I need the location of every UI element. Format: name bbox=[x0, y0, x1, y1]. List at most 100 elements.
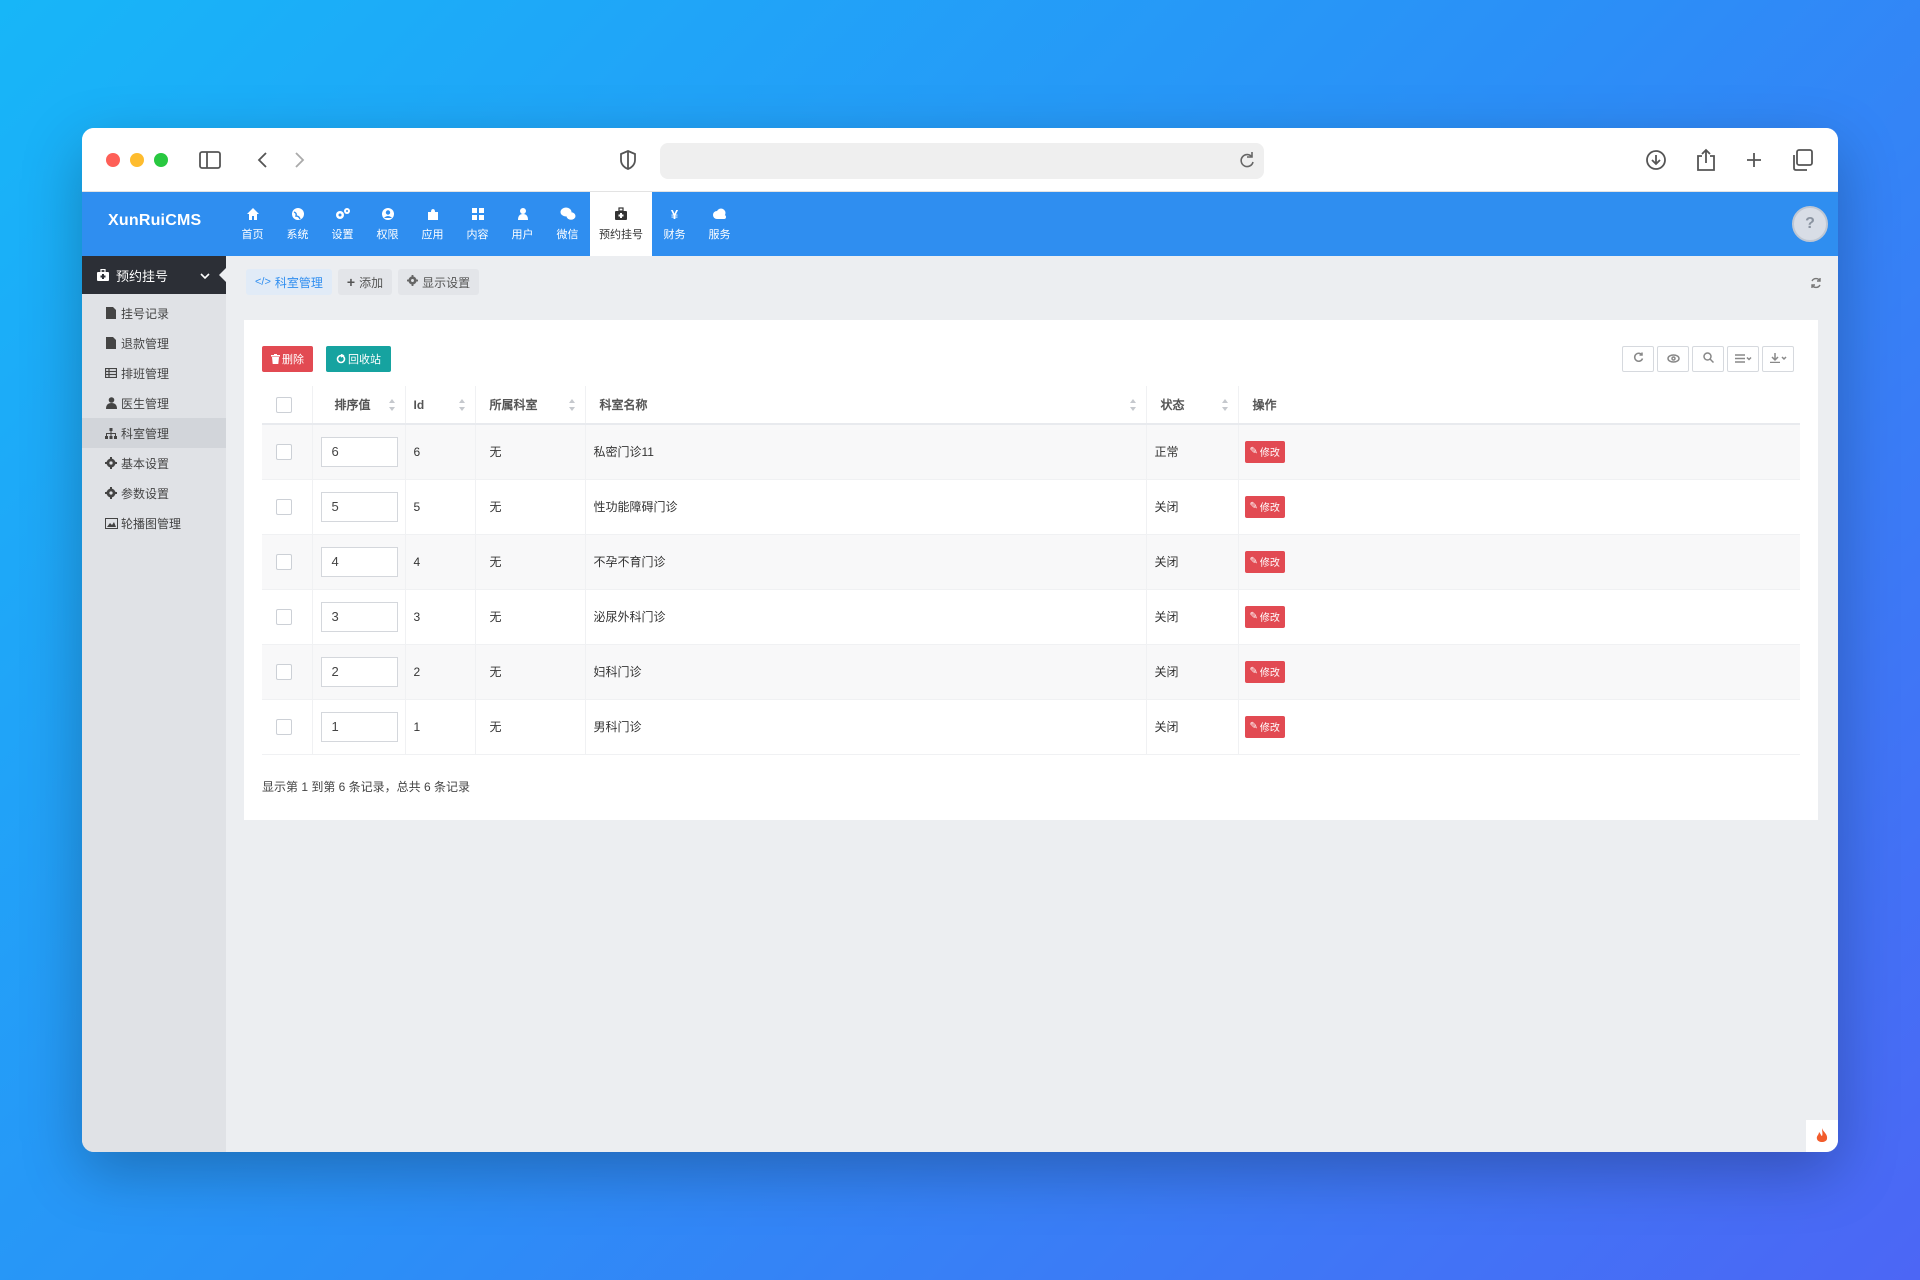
refresh-icon[interactable] bbox=[1810, 276, 1822, 294]
sidebar-item-carousel[interactable]: 轮播图管理 bbox=[82, 508, 226, 538]
sidebar-item-basic-settings[interactable]: 基本设置 bbox=[82, 448, 226, 478]
sidebar-item-schedule[interactable]: 排班管理 bbox=[82, 358, 226, 388]
sidebar-item-label: 基本设置 bbox=[121, 456, 170, 471]
name-cell: 性功能障碍门诊 bbox=[585, 479, 1147, 534]
tab-label: 科室管理 bbox=[274, 275, 323, 290]
sort-cell: 3 bbox=[312, 589, 406, 644]
table-row: 4 4 无 不孕不育门诊 关闭 ✎ 修改 bbox=[262, 534, 1800, 589]
sort-input[interactable]: 1 bbox=[320, 711, 398, 742]
nav-item-content[interactable]: 内容 bbox=[455, 192, 500, 256]
back-icon[interactable] bbox=[248, 146, 276, 174]
nav-item-appointment[interactable]: 预约挂号 bbox=[590, 192, 652, 256]
table-refresh-button[interactable] bbox=[1622, 346, 1654, 372]
sidebar-header[interactable]: 预约挂号 bbox=[82, 256, 227, 294]
tab-display-settings[interactable]: 显示设置 bbox=[398, 269, 480, 295]
status-cell: 关闭 bbox=[1146, 534, 1239, 589]
edit-button[interactable]: ✎ 修改 bbox=[1244, 715, 1285, 738]
row-checkbox[interactable] bbox=[276, 718, 292, 735]
reload-icon[interactable] bbox=[1238, 149, 1256, 176]
sort-input[interactable]: 4 bbox=[320, 546, 398, 577]
table-search-button[interactable] bbox=[1692, 346, 1724, 372]
user-icon bbox=[104, 396, 118, 410]
nav-item-wechat[interactable]: 微信 bbox=[545, 192, 590, 256]
logo[interactable]: XunRuiCMS bbox=[108, 212, 201, 230]
col-status[interactable]: 状态 bbox=[1146, 386, 1239, 425]
minimize-window-button[interactable] bbox=[130, 153, 144, 167]
col-id[interactable]: Id bbox=[405, 386, 476, 425]
nav-item-home[interactable]: 首页 bbox=[230, 192, 275, 256]
sidebar-item-label: 退款管理 bbox=[121, 336, 170, 351]
tab-overview-icon[interactable] bbox=[1788, 146, 1816, 174]
nav-item-users[interactable]: 用户 bbox=[500, 192, 545, 256]
download-icon bbox=[1769, 350, 1787, 368]
row-checkbox[interactable] bbox=[276, 443, 292, 460]
nav-item-permissions[interactable]: 权限 bbox=[365, 192, 410, 256]
export-dropdown-button[interactable] bbox=[1762, 346, 1794, 372]
row-checkbox[interactable] bbox=[276, 663, 292, 680]
edit-icon: ✎ bbox=[1249, 611, 1258, 622]
sort-input[interactable]: 5 bbox=[320, 491, 398, 522]
sidebar-toggle-icon[interactable] bbox=[196, 146, 224, 174]
medkit-icon bbox=[96, 268, 110, 282]
edit-button[interactable]: ✎ 修改 bbox=[1244, 660, 1285, 683]
sidebar-item-param-settings[interactable]: 参数设置 bbox=[82, 478, 226, 508]
nav-item-service[interactable]: 服务 bbox=[697, 192, 742, 256]
sort-input[interactable]: 3 bbox=[320, 601, 398, 632]
columns-dropdown-button[interactable] bbox=[1727, 346, 1759, 372]
sort-icon bbox=[388, 399, 395, 411]
edit-button[interactable]: ✎ 修改 bbox=[1244, 605, 1285, 628]
avatar[interactable]: ? bbox=[1792, 206, 1828, 242]
status-cell: 正常 bbox=[1146, 424, 1239, 479]
edit-button[interactable]: ✎ 修改 bbox=[1244, 495, 1285, 518]
select-all-checkbox[interactable] bbox=[276, 396, 292, 413]
nav-item-finance[interactable]: ¥ 财务 bbox=[652, 192, 697, 256]
nav-item-system[interactable]: 系统 bbox=[275, 192, 320, 256]
nav-item-settings[interactable]: 设置 bbox=[320, 192, 365, 256]
zoom-window-button[interactable] bbox=[154, 153, 168, 167]
row-checkbox[interactable] bbox=[276, 553, 292, 570]
share-icon[interactable] bbox=[1692, 146, 1720, 174]
sort-input[interactable]: 6 bbox=[320, 436, 398, 467]
table-icon bbox=[104, 366, 118, 380]
col-label: Id bbox=[413, 397, 425, 412]
table-row: 5 5 无 性功能障碍门诊 关闭 ✎ 修改 bbox=[262, 479, 1800, 534]
sidebar-item-departments[interactable]: 科室管理 bbox=[82, 418, 226, 448]
row-checkbox[interactable] bbox=[276, 498, 292, 515]
close-window-button[interactable] bbox=[106, 153, 120, 167]
toggle-view-button[interactable] bbox=[1657, 346, 1689, 372]
sidebar-item-label: 排班管理 bbox=[121, 366, 170, 381]
sidebar-item-refunds[interactable]: 退款管理 bbox=[82, 328, 226, 358]
row-checkbox[interactable] bbox=[276, 608, 292, 625]
sort-cell: 1 bbox=[312, 699, 406, 754]
col-label: 所属科室 bbox=[489, 398, 538, 412]
shield-icon[interactable] bbox=[614, 146, 642, 174]
user-circle-icon bbox=[380, 206, 396, 222]
select-all-cell bbox=[262, 386, 313, 425]
delete-button[interactable]: 删除 bbox=[262, 346, 313, 372]
sidebar-item-doctors[interactable]: 医生管理 bbox=[82, 388, 226, 418]
edit-button[interactable]: ✎ 修改 bbox=[1244, 440, 1285, 463]
edit-label: 修改 bbox=[1259, 668, 1280, 679]
col-name[interactable]: 科室名称 bbox=[585, 386, 1147, 425]
chevron-down-icon[interactable] bbox=[200, 268, 210, 283]
address-bar[interactable] bbox=[660, 143, 1264, 179]
sort-input[interactable]: 2 bbox=[320, 656, 398, 687]
recycle-bin-button[interactable]: 回收站 bbox=[326, 346, 391, 372]
col-parent[interactable]: 所属科室 bbox=[475, 386, 586, 425]
medkit-icon bbox=[613, 206, 629, 222]
name-cell: 男科门诊 bbox=[585, 699, 1147, 754]
nav-item-apps[interactable]: 应用 bbox=[410, 192, 455, 256]
col-sort[interactable]: 排序值 bbox=[312, 386, 406, 425]
edit-label: 修改 bbox=[1259, 558, 1280, 569]
fire-icon[interactable] bbox=[1806, 1120, 1838, 1152]
forward-icon[interactable] bbox=[286, 146, 314, 174]
sidebar-item-registration-records[interactable]: 挂号记录 bbox=[82, 298, 226, 328]
plus-icon: + bbox=[346, 274, 356, 290]
tab-department-management[interactable]: </> 科室管理 bbox=[246, 269, 332, 295]
download-icon[interactable] bbox=[1642, 146, 1670, 174]
file-icon bbox=[104, 306, 118, 320]
tab-add[interactable]: + 添加 bbox=[337, 269, 393, 295]
gear-icon bbox=[104, 486, 118, 500]
edit-button[interactable]: ✎ 修改 bbox=[1244, 550, 1285, 573]
new-tab-icon[interactable] bbox=[1740, 146, 1768, 174]
